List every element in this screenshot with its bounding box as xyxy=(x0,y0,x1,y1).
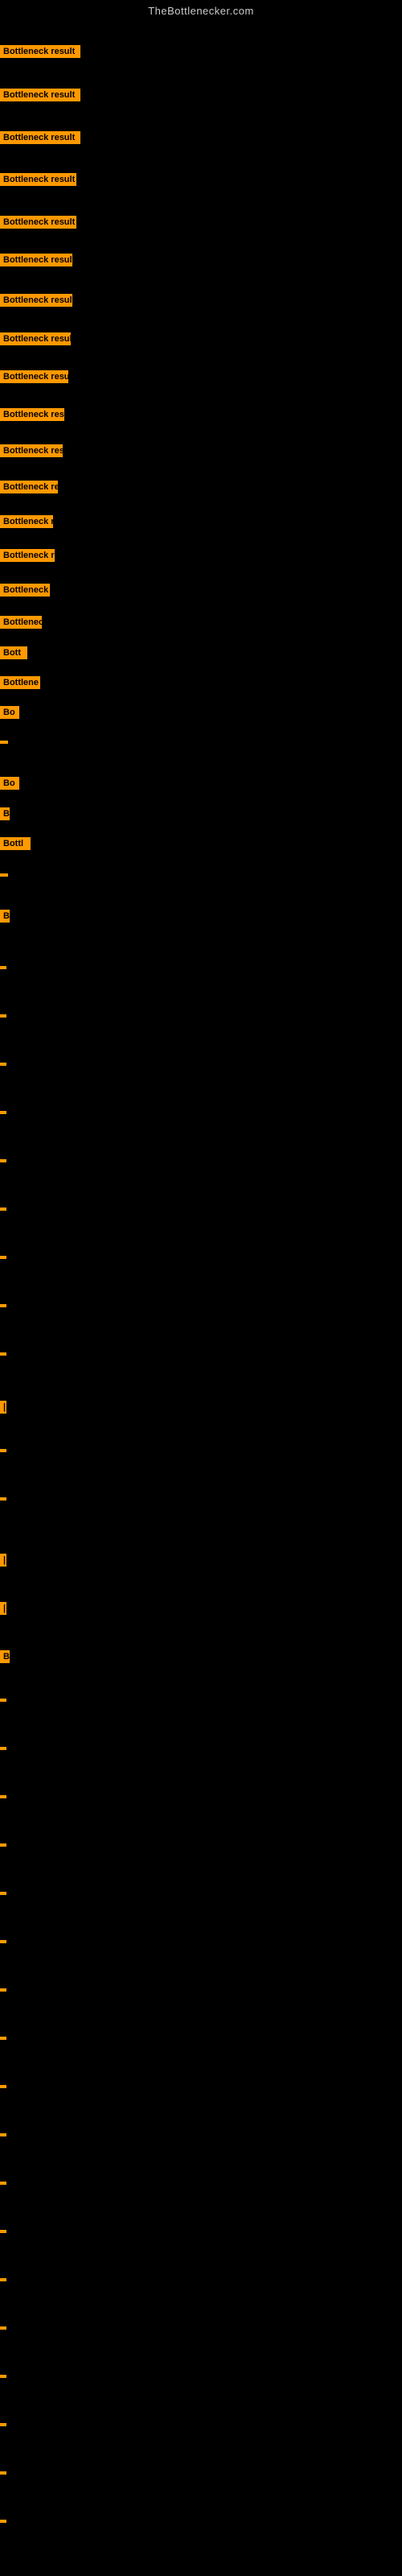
bottleneck-result-item xyxy=(0,1304,6,1307)
bottleneck-result-item: Bottleneck result xyxy=(0,173,76,186)
bottleneck-result-item: Bottleneck resu xyxy=(0,444,63,457)
bottleneck-result-item xyxy=(0,2133,6,2136)
bottleneck-result-item: Bo xyxy=(0,777,19,790)
bottleneck-result-item xyxy=(0,1352,6,1356)
bottleneck-result-item xyxy=(0,1795,6,1798)
bottleneck-result-item xyxy=(0,2520,6,2523)
bottleneck-result-item: B xyxy=(0,1650,10,1663)
bottleneck-result-item xyxy=(0,1159,6,1162)
bottleneck-result-item: Bottleneck re xyxy=(0,584,50,597)
bottleneck-result-item xyxy=(0,1111,6,1114)
bottleneck-result-item xyxy=(0,2423,6,2426)
bottleneck-result-item xyxy=(0,1747,6,1750)
bottleneck-result-item: Bottleneck result xyxy=(0,370,68,383)
bottleneck-result-item: | xyxy=(0,1602,6,1615)
bottleneck-result-item xyxy=(0,1892,6,1895)
bottleneck-result-item xyxy=(0,1063,6,1066)
bottleneck-result-item: Bottleneck result xyxy=(0,131,80,144)
bottleneck-result-item: Bottleneck resu xyxy=(0,408,64,421)
bottleneck-result-item: Bottleneck res xyxy=(0,549,55,562)
bottleneck-result-item: Bo xyxy=(0,706,19,719)
bottleneck-result-item: Bottleneck re xyxy=(0,515,53,528)
bottleneck-result-item xyxy=(0,1014,6,1018)
bottleneck-result-item xyxy=(0,2278,6,2281)
bottleneck-result-item: Bottleneck result xyxy=(0,294,72,307)
bottleneck-result-item xyxy=(0,1699,6,1702)
bottleneck-result-item xyxy=(0,2471,6,2475)
bottleneck-result-item: Bottleneck result xyxy=(0,216,76,229)
bottleneck-result-item xyxy=(0,2085,6,2088)
bottleneck-result-item xyxy=(0,2182,6,2185)
bottleneck-result-item xyxy=(0,873,8,877)
bottleneck-result-item: Bottleneck result xyxy=(0,254,72,266)
bottleneck-result-item xyxy=(0,1497,6,1501)
bottleneck-result-item: | xyxy=(0,1401,6,1414)
bottleneck-result-item: Bottleneck result xyxy=(0,45,80,58)
bottleneck-result-item: Bottleneck result xyxy=(0,89,80,101)
site-title: TheBottlenecker.com xyxy=(0,0,402,20)
bottleneck-result-item xyxy=(0,2230,6,2233)
bottleneck-result-item: Bottlene xyxy=(0,676,40,689)
bottleneck-result-item xyxy=(0,1449,6,1452)
bottleneck-result-item xyxy=(0,2375,6,2378)
bottleneck-result-item: Bottleneck result xyxy=(0,332,71,345)
bottleneck-result-item xyxy=(0,1256,6,1259)
bottleneck-result-item xyxy=(0,2326,6,2330)
bottleneck-result-item xyxy=(0,1208,6,1211)
bottleneck-result-item xyxy=(0,2037,6,2040)
bottleneck-result-item xyxy=(0,1988,6,1992)
bottleneck-result-item: B xyxy=(0,910,10,923)
bottleneck-result-item: | xyxy=(0,1554,6,1567)
bottleneck-result-item: Bottlenec xyxy=(0,616,42,629)
bottleneck-result-item xyxy=(0,741,8,744)
bottleneck-result-item: Bott xyxy=(0,646,27,659)
bottleneck-result-item: B xyxy=(0,807,10,820)
bottleneck-result-item xyxy=(0,1940,6,1943)
bottleneck-result-item: Bottl xyxy=(0,837,31,850)
bottleneck-result-item xyxy=(0,966,6,969)
bottleneck-result-item: Bottleneck res xyxy=(0,481,58,493)
bottleneck-result-item xyxy=(0,1843,6,1847)
